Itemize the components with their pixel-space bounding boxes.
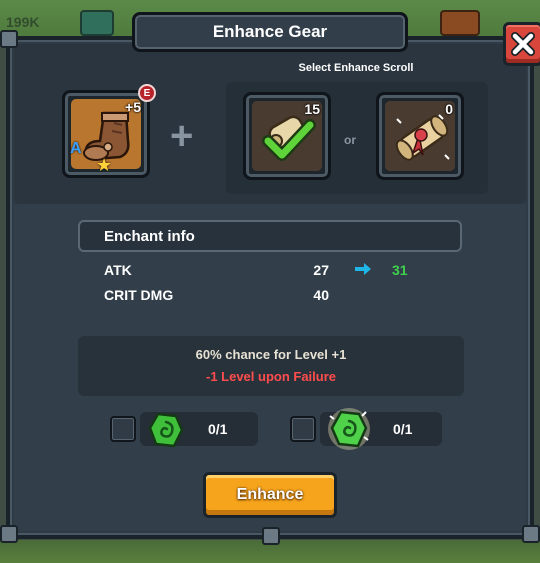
glowing-green-rune-stone-icon [328, 408, 370, 450]
background-menu-icon [80, 10, 114, 36]
scroll-count: 0 [445, 101, 453, 117]
enchant-info-header: Enchant info [78, 220, 462, 252]
stat-name-crit-dmg: CRIT DMG [104, 287, 174, 303]
scroll-count: 15 [304, 101, 320, 117]
stat-next-atk: 31 [392, 262, 408, 278]
star-icon: ★ [96, 155, 113, 175]
scroll-slot-protected[interactable]: 0 [376, 92, 464, 180]
gear-grade-letter: A [70, 140, 82, 157]
close-button[interactable] [503, 22, 540, 66]
gear-enhance-level: +5 [125, 99, 141, 115]
dialog-title: Enhance Gear [212, 22, 328, 41]
stat-current-crit-dmg: 40 [313, 287, 329, 303]
close-x-icon [511, 32, 535, 56]
or-label: or [344, 133, 356, 147]
enchant-info-title: Enchant info [104, 227, 195, 245]
chance-info-box: 60% chance for Level +1 -1 Level upon Fa… [78, 336, 464, 396]
catalyst-count: 0/1 [208, 421, 228, 437]
arrow-right-icon [355, 263, 371, 275]
catalyst-checkbox[interactable] [290, 416, 316, 442]
stat-name-atk: ATK [104, 262, 132, 278]
green-rune-stone-icon [148, 412, 184, 448]
catalyst-count: 0/1 [393, 421, 413, 437]
gear-rarity-letter: E [143, 87, 151, 99]
success-chance-text: 60% chance for Level +1 [195, 347, 347, 362]
panel-rivet [0, 525, 18, 543]
enhance-button-label: Enhance [236, 486, 304, 503]
catalyst-checkbox[interactable] [110, 416, 136, 442]
panel-rivet [522, 525, 540, 543]
enhance-button[interactable]: Enhance [203, 472, 337, 518]
panel-rivet [262, 527, 280, 545]
stat-current-atk: 27 [313, 262, 329, 278]
select-scroll-label: Select Enhance Scroll [298, 62, 414, 74]
gear-rarity-badge: E [138, 84, 156, 102]
background-chest-icon [440, 10, 480, 36]
plus-icon: + [170, 114, 194, 158]
panel-rivet [0, 30, 18, 48]
dialog-title-plate: Enhance Gear [132, 12, 408, 52]
scroll-slot-standard[interactable]: 15 [243, 92, 331, 180]
background-resource-count: 199K [6, 14, 40, 30]
failure-penalty-text: -1 Level upon Failure [205, 369, 337, 384]
